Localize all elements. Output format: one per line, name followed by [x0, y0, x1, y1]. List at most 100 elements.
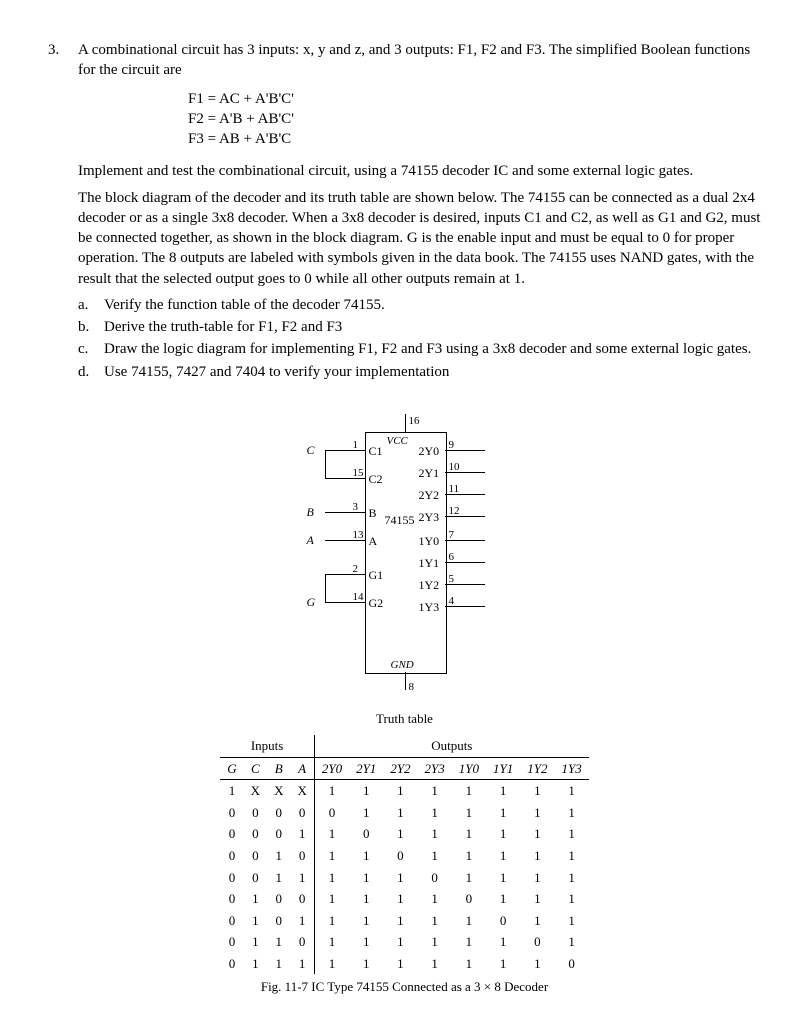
cell: 1 — [314, 867, 349, 889]
cell: 1 — [520, 802, 554, 824]
sig-G2: G — [307, 594, 316, 610]
cell: 0 — [418, 867, 452, 889]
cell: 1 — [418, 931, 452, 953]
col-1Y2: 1Y2 — [520, 757, 554, 780]
sig-A: A — [307, 532, 314, 548]
cell: 0 — [220, 823, 243, 845]
cell: 0 — [267, 802, 290, 824]
lab-2Y2: 2Y2 — [419, 487, 440, 503]
cell: 1 — [520, 867, 554, 889]
col-1Y0: 1Y0 — [452, 757, 486, 780]
cell: 1 — [452, 823, 486, 845]
question-intro: A combinational circuit has 3 inputs: x,… — [78, 40, 761, 81]
cell: X — [244, 780, 267, 802]
cell: 1 — [314, 910, 349, 932]
cell: 1 — [267, 867, 290, 889]
cell: 1 — [452, 802, 486, 824]
eq-f1: F1 = AC + A'B'C' — [188, 89, 761, 109]
cell: 0 — [220, 867, 243, 889]
cell: 0 — [220, 953, 243, 975]
col-2Y3: 2Y3 — [418, 757, 452, 780]
hdr-inputs: Inputs — [220, 735, 314, 757]
cell: 1 — [418, 910, 452, 932]
cell: 1 — [314, 888, 349, 910]
cell: 1 — [418, 823, 452, 845]
lab-2Y0: 2Y0 — [419, 443, 440, 459]
cell: 0 — [290, 931, 314, 953]
cell: 1 — [554, 931, 588, 953]
cell: 1 — [383, 802, 417, 824]
pinnum-2: 2 — [353, 562, 359, 577]
cell: 1 — [418, 953, 452, 975]
lab-2Y1: 2Y1 — [419, 465, 440, 481]
cell: 1 — [486, 931, 520, 953]
cell: 1 — [452, 780, 486, 802]
cell: 0 — [220, 888, 243, 910]
cell: 1 — [349, 780, 383, 802]
pinnum-3: 3 — [353, 500, 359, 515]
cell: 1 — [383, 953, 417, 975]
lbl-c: c. — [78, 339, 94, 359]
cell: 1 — [349, 867, 383, 889]
lab-C1: C1 — [369, 443, 383, 459]
col-B: B — [267, 757, 290, 780]
cell: 1 — [554, 802, 588, 824]
cell: 1 — [486, 780, 520, 802]
cell: 0 — [220, 802, 243, 824]
pin-8: 8 — [409, 680, 415, 695]
pinnum-14: 14 — [353, 590, 364, 605]
cell: 1 — [520, 845, 554, 867]
cell: 1 — [290, 910, 314, 932]
cell: 1 — [418, 802, 452, 824]
pinnum-9: 9 — [449, 438, 455, 453]
hdr-outputs: Outputs — [314, 735, 588, 757]
cell: 0 — [290, 888, 314, 910]
lab-1Y0: 1Y0 — [419, 533, 440, 549]
col-1Y1: 1Y1 — [486, 757, 520, 780]
col-C: C — [244, 757, 267, 780]
cell: 1 — [349, 953, 383, 975]
pin-left — [325, 450, 365, 451]
cell: 1 — [290, 953, 314, 975]
cell: 0 — [554, 953, 588, 975]
subparts: a.Verify the function table of the decod… — [78, 295, 761, 382]
pinnum-5: 5 — [449, 572, 455, 587]
para-2: The block diagram of the decoder and its… — [78, 188, 761, 289]
cell: 1 — [554, 845, 588, 867]
cell: 1 — [314, 780, 349, 802]
cell: 1 — [314, 953, 349, 975]
pinnum-13: 13 — [353, 528, 364, 543]
cell: 1 — [383, 823, 417, 845]
cell: 1 — [486, 802, 520, 824]
cell: 0 — [452, 888, 486, 910]
cell: 1 — [349, 845, 383, 867]
cell: 0 — [244, 823, 267, 845]
cell: 1 — [418, 780, 452, 802]
sig-B: B — [307, 504, 314, 520]
pinnum-1: 1 — [353, 438, 359, 453]
cell: 0 — [244, 845, 267, 867]
cell: 1 — [520, 823, 554, 845]
lab-1Y2: 1Y2 — [419, 577, 440, 593]
cell: 0 — [267, 888, 290, 910]
figure-caption: Fig. 11-7 IC Type 74155 Connected as a 3… — [48, 978, 761, 996]
join-c — [325, 450, 326, 478]
lab-2Y3: 2Y3 — [419, 509, 440, 525]
cell: 1 — [267, 931, 290, 953]
question-number: 3. — [48, 40, 66, 81]
col-G: G — [220, 757, 243, 780]
cell: 0 — [486, 910, 520, 932]
pin-16: 16 — [409, 414, 420, 429]
cell: 1 — [520, 910, 554, 932]
pin-left — [325, 574, 365, 575]
lab-1Y3: 1Y3 — [419, 599, 440, 615]
cell: 1 — [244, 888, 267, 910]
pinnum-15: 15 — [353, 466, 364, 481]
pinnum-7: 7 — [449, 528, 455, 543]
cell: 1 — [349, 802, 383, 824]
cell: 1 — [554, 867, 588, 889]
cell: 1 — [267, 953, 290, 975]
cell: 1 — [452, 953, 486, 975]
cell: 1 — [554, 888, 588, 910]
cell: 1 — [383, 888, 417, 910]
